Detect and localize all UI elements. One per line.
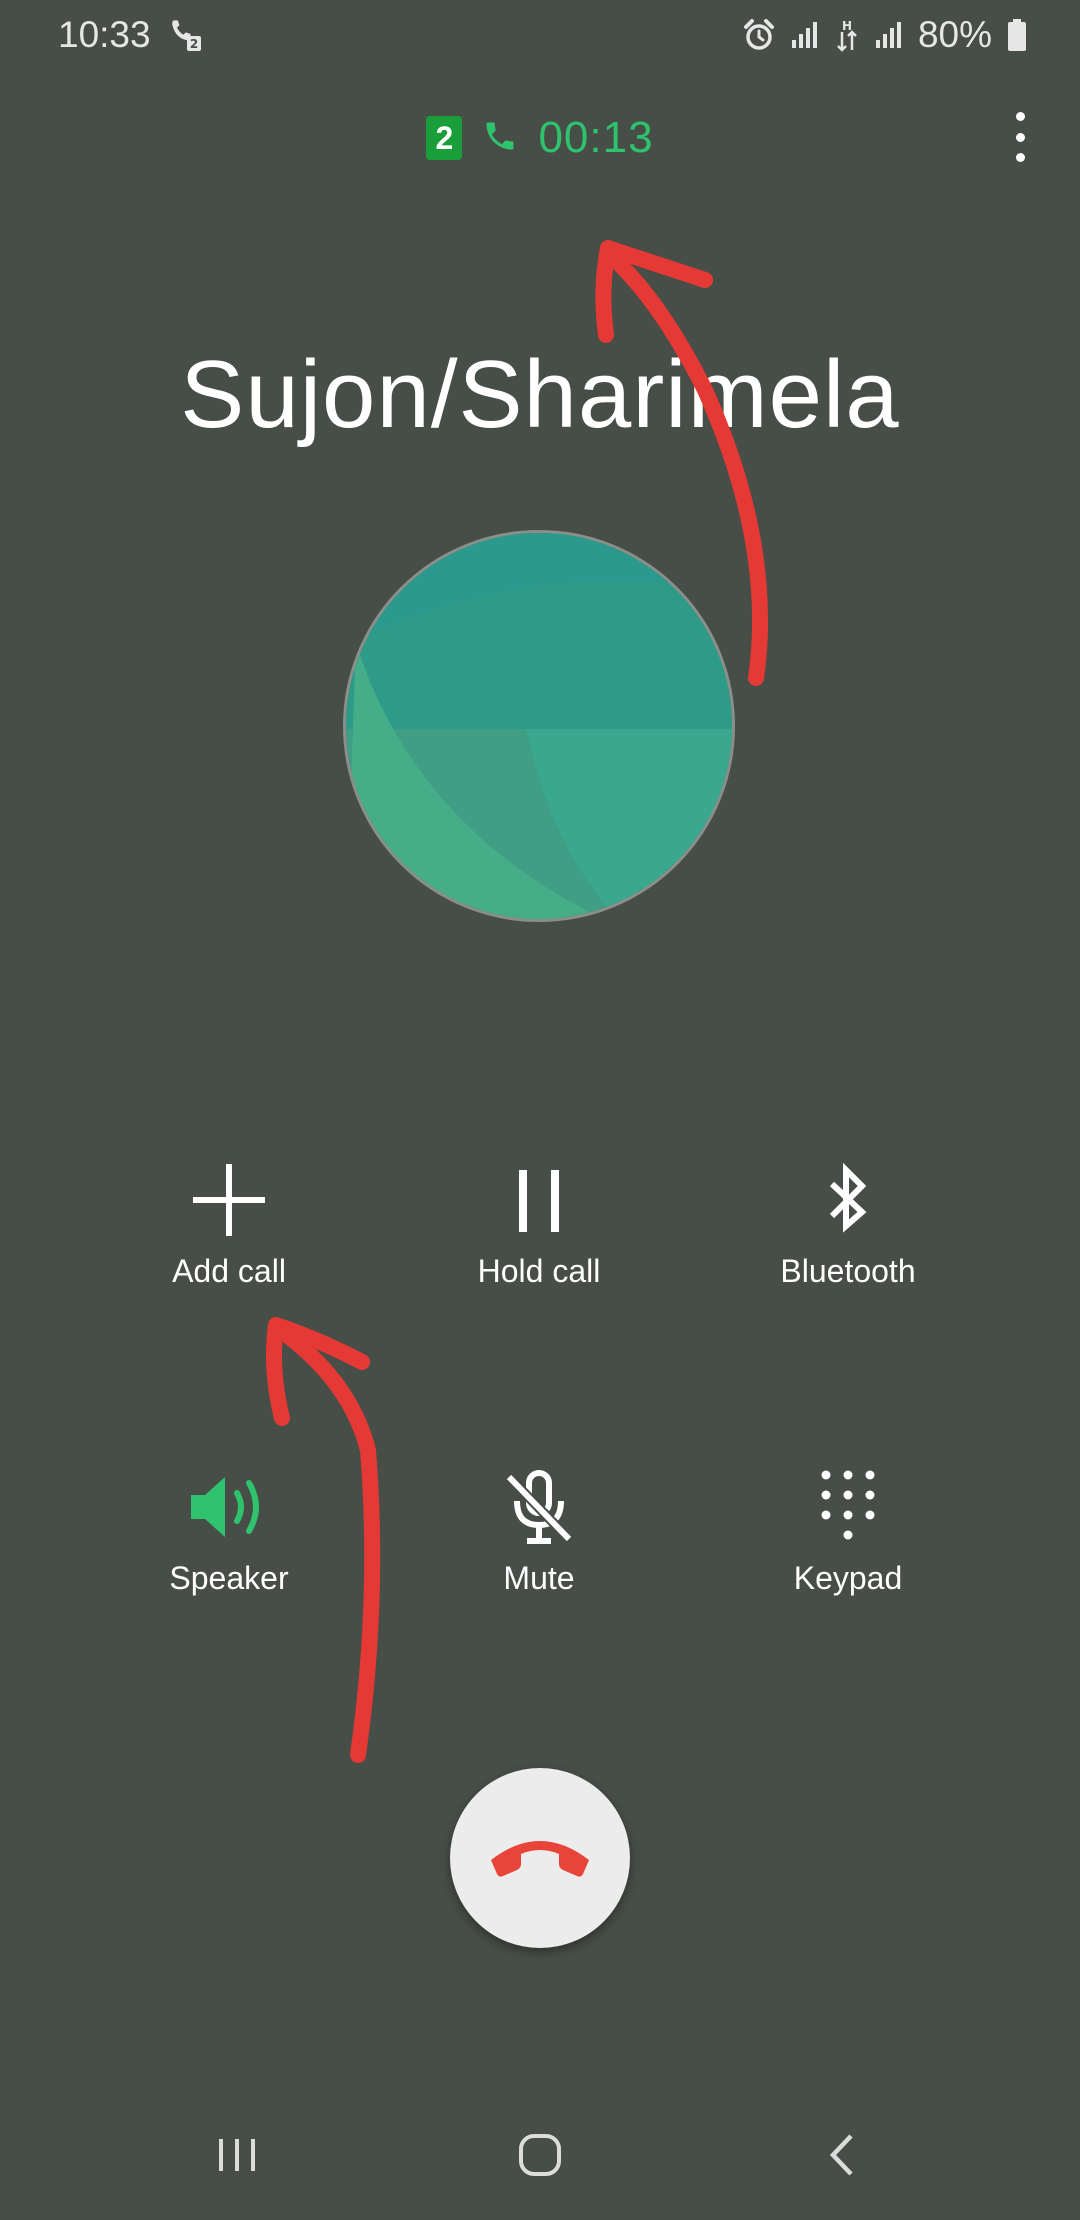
alarm-icon — [742, 18, 776, 52]
navigation-bar — [0, 2105, 1080, 2205]
call-sim2-icon: 2 — [169, 18, 203, 52]
status-time: 10:33 — [58, 14, 151, 55]
keypad-label: Keypad — [793, 1560, 903, 1596]
speaker-label: Speaker — [169, 1560, 289, 1596]
home-icon[interactable] — [490, 2105, 590, 2205]
speaker-button[interactable]: Speaker — [79, 1462, 379, 1597]
signal-icon — [790, 20, 820, 50]
mute-label: Mute — [503, 1560, 575, 1596]
add-call-button[interactable]: Add call — [79, 1155, 379, 1290]
contact-avatar — [343, 530, 735, 922]
end-call-button[interactable] — [450, 1768, 630, 1948]
svg-text:H: H — [842, 19, 852, 33]
add-call-label: Add call — [172, 1253, 286, 1289]
call-header: 2 00:13 — [0, 110, 1080, 166]
phone-icon — [482, 118, 518, 159]
bluetooth-icon — [803, 1155, 893, 1245]
signal-icon — [874, 20, 904, 50]
svg-text:2: 2 — [189, 37, 197, 51]
pause-icon — [494, 1155, 584, 1245]
call-timer: 00:13 — [538, 113, 654, 162]
end-call-icon — [485, 1826, 595, 1891]
status-right: H 80% — [742, 14, 1028, 56]
recents-icon[interactable] — [187, 2105, 287, 2205]
in-call-screen: 10:33 2 H 80% 2 00:13 Sujon/Sharimela Ad… — [0, 0, 1080, 2220]
more-options-icon[interactable] — [1005, 112, 1035, 162]
mic-off-icon — [494, 1462, 584, 1552]
keypad-button[interactable]: Keypad — [698, 1462, 998, 1597]
speaker-icon — [184, 1462, 274, 1552]
back-icon[interactable] — [793, 2105, 893, 2205]
keypad-icon — [803, 1462, 893, 1552]
battery-icon — [1006, 18, 1028, 52]
hold-call-button[interactable]: Hold call — [389, 1155, 689, 1290]
bluetooth-label: Bluetooth — [780, 1253, 916, 1289]
status-bar: 10:33 2 H 80% — [0, 0, 1080, 70]
battery-percent: 80% — [917, 14, 992, 55]
mute-button[interactable]: Mute — [389, 1462, 689, 1597]
plus-icon — [184, 1155, 274, 1245]
data-h-icon: H — [834, 18, 860, 52]
bluetooth-button[interactable]: Bluetooth — [698, 1155, 998, 1290]
sim-slot-badge: 2 — [426, 116, 463, 160]
status-left: 10:33 2 — [58, 14, 203, 56]
hold-call-label: Hold call — [477, 1253, 601, 1289]
contact-name: Sujon/Sharimela — [180, 341, 900, 448]
